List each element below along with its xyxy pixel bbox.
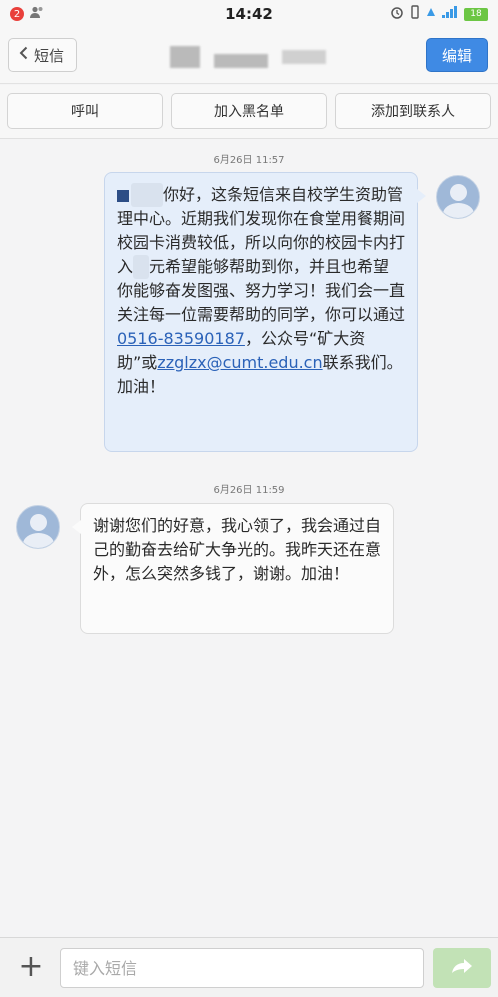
redacted-name-block [117,189,129,202]
contact-avatar [16,505,60,549]
message-input[interactable] [60,948,424,988]
back-label: 短信 [34,46,65,65]
sender-avatar [436,175,480,219]
conversation-header: 短信 编辑 [0,28,498,84]
incoming-message-bubble[interactable]: 谢谢您们的好意，我心领了，我会通过自己的勤奋去给矿大争光的。我昨天还在意外，怎么… [72,503,394,634]
chevron-left-icon [19,46,28,64]
send-button[interactable] [433,948,491,988]
status-bar: 2 14:42 18 [0,0,498,28]
call-button[interactable]: 呼叫 [7,93,163,129]
phone-link[interactable]: 0516-83590187 [117,329,245,348]
message-text: 谢谢您们的好意，我心领了，我会通过自己的勤奋去给矿大争光的。我昨天还在意外，怎么… [93,516,382,583]
message-timestamp: 6月26日 11:59 [213,485,285,496]
contact-name-redacted [170,46,326,68]
wifi-icon [426,6,436,22]
avatar-body [443,203,474,218]
message-timestamp: 6月26日 11:57 [213,155,285,166]
signal-icon [442,6,458,22]
avatar-head [30,514,47,531]
blacklist-button[interactable]: 加入黑名单 [171,93,327,129]
vibrate-icon [410,5,420,23]
battery-icon: 18 [464,7,488,21]
composer-bar: + [0,937,498,997]
redacted-name-part [170,46,200,68]
plus-icon[interactable]: + [14,950,48,984]
back-button[interactable]: 短信 [8,38,78,72]
add-contact-button[interactable]: 添加到联系人 [335,93,491,129]
send-arrow-icon [451,958,473,978]
edit-button[interactable]: 编辑 [426,38,488,72]
redacted-amount-text: 元 [133,255,150,279]
avatar-head [450,184,467,201]
status-right: 18 [390,5,488,23]
alarm-icon [390,5,404,23]
email-link[interactable]: zzglzx@cumt.edu.cn [157,353,322,372]
redacted-name-part [214,54,268,68]
redacted-name-part [282,50,326,64]
avatar-body [23,533,54,548]
redacted-text: 同学 [131,183,164,207]
action-bar: 呼叫 加入黑名单 添加到联系人 [0,85,498,139]
message-text: 元 [149,257,166,276]
outgoing-message-bubble[interactable]: 同学你好，这条短信来自校学生资助管理中心。近期我们发现你在食堂用餐期间校园卡消费… [104,172,426,452]
